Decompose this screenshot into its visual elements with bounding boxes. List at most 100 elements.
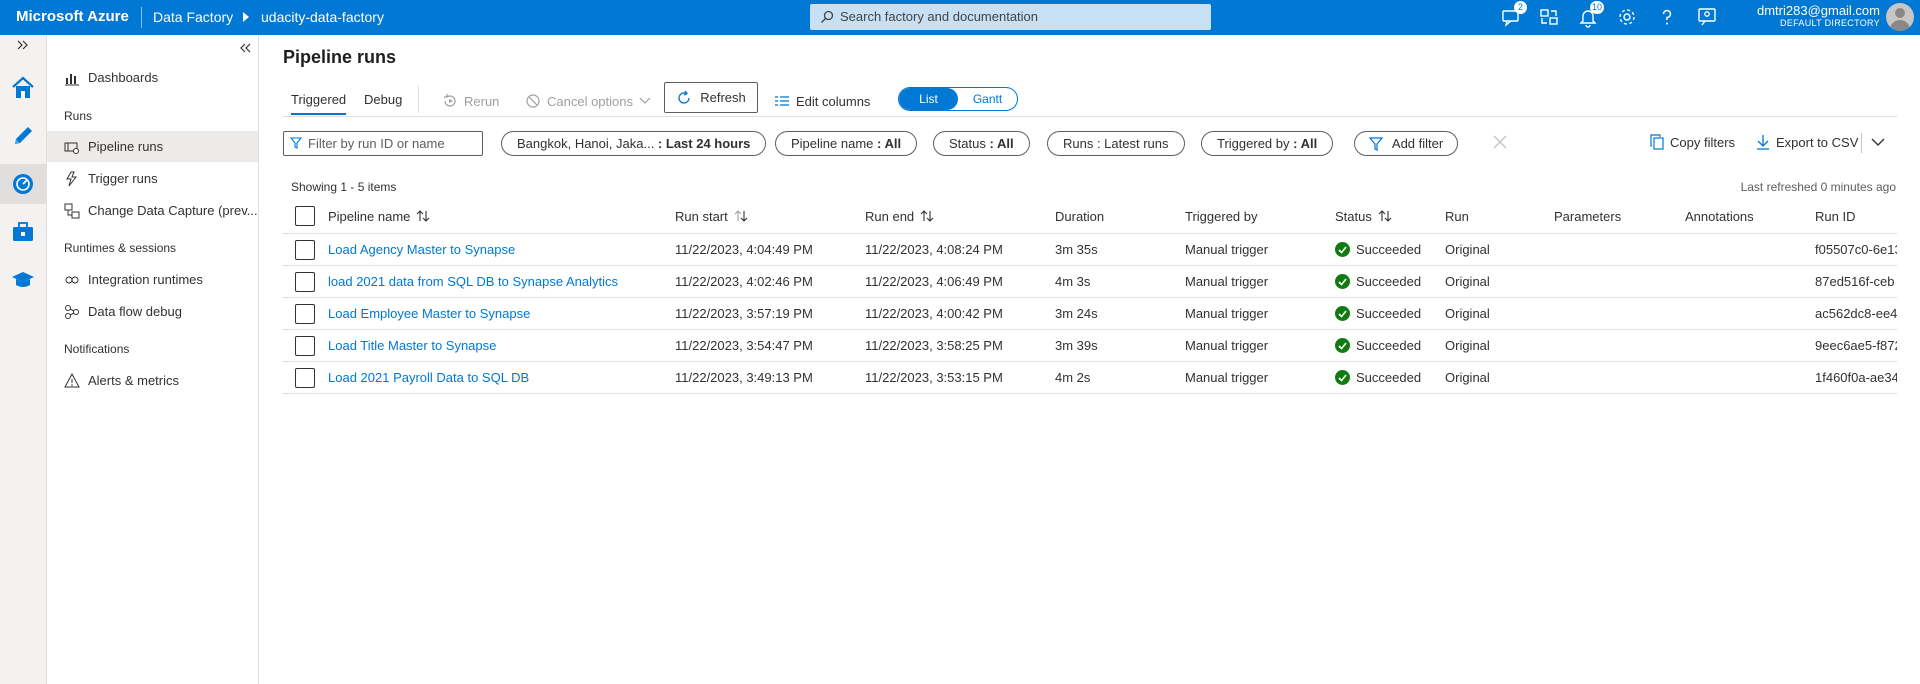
- edit-columns-icon: [775, 96, 789, 106]
- row-checkbox[interactable]: [295, 303, 315, 324]
- tab-triggered[interactable]: Triggered: [291, 92, 347, 115]
- user-account[interactable]: dmtri283@gmail.com DEFAULT DIRECTORY: [1700, 3, 1880, 28]
- pipeline-name-link[interactable]: load 2021 data from SQL DB to Synapse An…: [328, 266, 618, 297]
- header-triggered-by[interactable]: Triggered by: [1185, 199, 1258, 233]
- notifications-icon[interactable]: 10: [1577, 1, 1604, 28]
- triggered-by-cell: Manual trigger: [1185, 274, 1269, 289]
- monitor-icon[interactable]: [0, 164, 46, 204]
- run-id-cell: 9eec6ae5-f872: [1815, 338, 1897, 353]
- triggered-filter-label: Triggered by: [1217, 136, 1290, 151]
- pipeline-icon: [64, 139, 80, 155]
- breadcrumb-service[interactable]: Data Factory: [153, 9, 233, 25]
- expand-icon[interactable]: [0, 35, 46, 55]
- row-checkbox[interactable]: [295, 367, 315, 388]
- run-end-cell: 11/22/2023, 3:53:15 PM: [865, 370, 1003, 385]
- triggered-by-filter[interactable]: Triggered by : All: [1201, 131, 1334, 156]
- run-end-cell: 11/22/2023, 3:58:25 PM: [865, 338, 1003, 353]
- status-filter-value: : All: [989, 136, 1014, 151]
- pipeline-name-link[interactable]: Load 2021 Payroll Data to SQL DB: [328, 362, 529, 393]
- divider: [141, 7, 142, 28]
- run-cell: Original: [1445, 338, 1490, 353]
- status-filter[interactable]: Status : All: [933, 131, 1030, 156]
- avatar[interactable]: [1886, 3, 1914, 31]
- run-end-cell: 11/22/2023, 4:08:24 PM: [865, 242, 1003, 257]
- row-checkbox[interactable]: [295, 239, 315, 260]
- settings-icon[interactable]: [1616, 6, 1638, 28]
- refresh-button[interactable]: Refresh: [664, 82, 758, 113]
- select-all-checkbox[interactable]: [295, 206, 315, 226]
- duration-cell: 4m 2s: [1055, 370, 1091, 385]
- run-filter-input[interactable]: Filter by run ID or name: [283, 131, 483, 156]
- sidebar-item-pipeline-runs[interactable]: Pipeline runs: [47, 131, 258, 162]
- feedback-badge: 2: [1514, 1, 1527, 14]
- learning-center-icon[interactable]: [0, 260, 46, 300]
- run-id-cell: f05507c0-6e13: [1815, 242, 1897, 257]
- header-run[interactable]: Run: [1445, 199, 1469, 233]
- sidebar-item-label: Data flow debug: [88, 304, 182, 319]
- header-parameters[interactable]: Parameters: [1554, 199, 1621, 233]
- manage-toolbox-icon[interactable]: [0, 212, 46, 252]
- header-status[interactable]: Status: [1335, 199, 1392, 233]
- feedback-icon[interactable]: 2: [1500, 1, 1527, 28]
- help-icon[interactable]: [1656, 6, 1678, 28]
- section-runtimes-heading: Runtimes & sessions: [64, 241, 177, 255]
- run-cell: Original: [1445, 370, 1490, 385]
- clear-filters-icon[interactable]: [1491, 133, 1509, 154]
- table-body: Load Agency Master to Synapse 11/22/2023…: [283, 234, 1897, 394]
- time-range-filter[interactable]: Bangkok, Hanoi, Jaka... : Last 24 hours: [501, 131, 767, 156]
- dashboard-icon: [64, 70, 80, 86]
- triggered-by-cell: Manual trigger: [1185, 370, 1269, 385]
- view-gantt-option[interactable]: Gantt: [958, 88, 1017, 110]
- header-pipeline-name[interactable]: Pipeline name: [328, 199, 430, 233]
- rerun-button[interactable]: Rerun: [442, 89, 499, 113]
- chevron-down-icon: [639, 97, 651, 104]
- sidebar-item-dashboards[interactable]: Dashboards: [47, 62, 258, 93]
- brand-title[interactable]: Microsoft Azure: [16, 8, 129, 25]
- success-check-icon: [1335, 306, 1350, 321]
- home-icon[interactable]: [0, 68, 46, 108]
- breadcrumb-factory[interactable]: udacity-data-factory: [261, 9, 384, 25]
- export-csv-button[interactable]: Export to CSV: [1756, 134, 1858, 150]
- view-toggle[interactable]: List Gantt: [898, 87, 1018, 111]
- row-checkbox[interactable]: [295, 335, 315, 356]
- data-flow-debug-icon: [64, 304, 80, 320]
- rerun-label: Rerun: [464, 93, 500, 109]
- sidebar-item-alerts-metrics[interactable]: Alerts & metrics: [47, 365, 258, 396]
- view-list-option[interactable]: List: [899, 88, 958, 110]
- copy-filters-button[interactable]: Copy filters: [1650, 134, 1735, 150]
- status-cell: Succeeded: [1335, 266, 1421, 297]
- page-title: Pipeline runs: [283, 47, 397, 67]
- collapse-icon[interactable]: [240, 41, 252, 56]
- table-row: Load Employee Master to Synapse 11/22/20…: [283, 298, 1897, 330]
- header-annotations[interactable]: Annotations: [1685, 199, 1754, 233]
- author-pencil-icon[interactable]: [0, 116, 46, 156]
- pipeline-name-link[interactable]: Load Employee Master to Synapse: [328, 298, 530, 329]
- sort-icon: [1378, 210, 1392, 222]
- header-run-start[interactable]: Run start: [675, 199, 748, 233]
- pipeline-name-link[interactable]: Load Agency Master to Synapse: [328, 234, 515, 265]
- sidebar-item-data-flow-debug[interactable]: Data flow debug: [47, 296, 258, 327]
- edit-columns-button[interactable]: Edit columns: [774, 89, 870, 113]
- sidebar-item-change-data-capture[interactable]: Change Data Capture (prev...: [47, 195, 258, 226]
- directory-switch-icon[interactable]: [1538, 6, 1560, 28]
- header-run-end[interactable]: Run end: [865, 199, 934, 233]
- runs-filter[interactable]: Runs : Latest runs: [1047, 131, 1185, 156]
- search-input[interactable]: Search factory and documentation: [810, 4, 1211, 30]
- pipeline-name-link[interactable]: Load Title Master to Synapse: [328, 330, 496, 361]
- sidebar-item-label: Change Data Capture (prev...: [88, 203, 258, 218]
- section-runs-heading: Runs: [64, 109, 93, 123]
- header-run-id[interactable]: Run ID: [1815, 199, 1855, 233]
- cancel-options-button[interactable]: Cancel options: [525, 89, 657, 113]
- sidebar-item-integration-runtimes[interactable]: Integration runtimes: [47, 264, 258, 295]
- sidebar-item-trigger-runs[interactable]: Trigger runs: [47, 163, 258, 194]
- tab-debug[interactable]: Debug: [364, 92, 402, 113]
- select-all-cell: [295, 199, 315, 233]
- export-csv-label: Export to CSV: [1776, 134, 1859, 150]
- add-filter-label: Add filter: [1391, 136, 1444, 151]
- chevron-down-icon[interactable]: [1871, 135, 1885, 150]
- run-start-cell: 11/22/2023, 3:54:47 PM: [675, 338, 813, 353]
- row-checkbox[interactable]: [295, 271, 315, 292]
- add-filter-button[interactable]: Add filter: [1354, 131, 1459, 156]
- pipeline-name-filter[interactable]: Pipeline name : All: [775, 131, 918, 156]
- header-duration[interactable]: Duration: [1055, 199, 1104, 233]
